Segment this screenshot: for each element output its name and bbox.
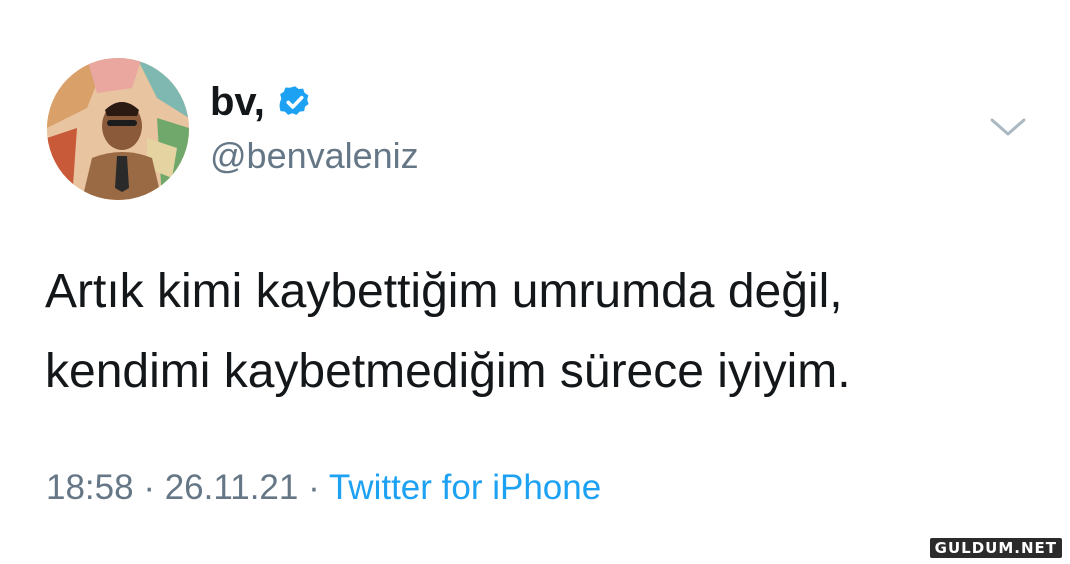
meta-separator: · bbox=[308, 468, 320, 507]
tweet-date[interactable]: 26.11.21 bbox=[165, 468, 299, 507]
display-name[interactable]: bv, bbox=[210, 80, 265, 124]
chevron-down-icon[interactable] bbox=[988, 113, 1028, 141]
avatar[interactable] bbox=[47, 58, 189, 200]
author-name-row: bv, bbox=[210, 80, 313, 124]
verified-badge-icon bbox=[279, 86, 309, 115]
tweet-text: Artık kimi kaybettiğim umrumda değil, ke… bbox=[45, 252, 1045, 412]
tweet-source-link[interactable]: Twitter for iPhone bbox=[329, 468, 601, 507]
author-handle[interactable]: @benvaleniz bbox=[210, 134, 419, 178]
meta-separator: · bbox=[143, 468, 155, 507]
site-watermark: GULDUM.NET bbox=[929, 538, 1062, 558]
tweet-meta: 18:58 · 26.11.21 · Twitter for iPhone bbox=[46, 466, 601, 510]
tweet-card: bv, @benvaleniz Artık kimi kaybettiğim u… bbox=[0, 0, 1070, 564]
tweet-line: kendimi kaybetmediğim sürece iyiyim. bbox=[45, 345, 851, 398]
tweet-line: Artık kimi kaybettiğim umrumda değil, bbox=[45, 265, 843, 318]
avatar-image bbox=[47, 58, 189, 200]
tweet-time[interactable]: 18:58 bbox=[46, 468, 134, 507]
